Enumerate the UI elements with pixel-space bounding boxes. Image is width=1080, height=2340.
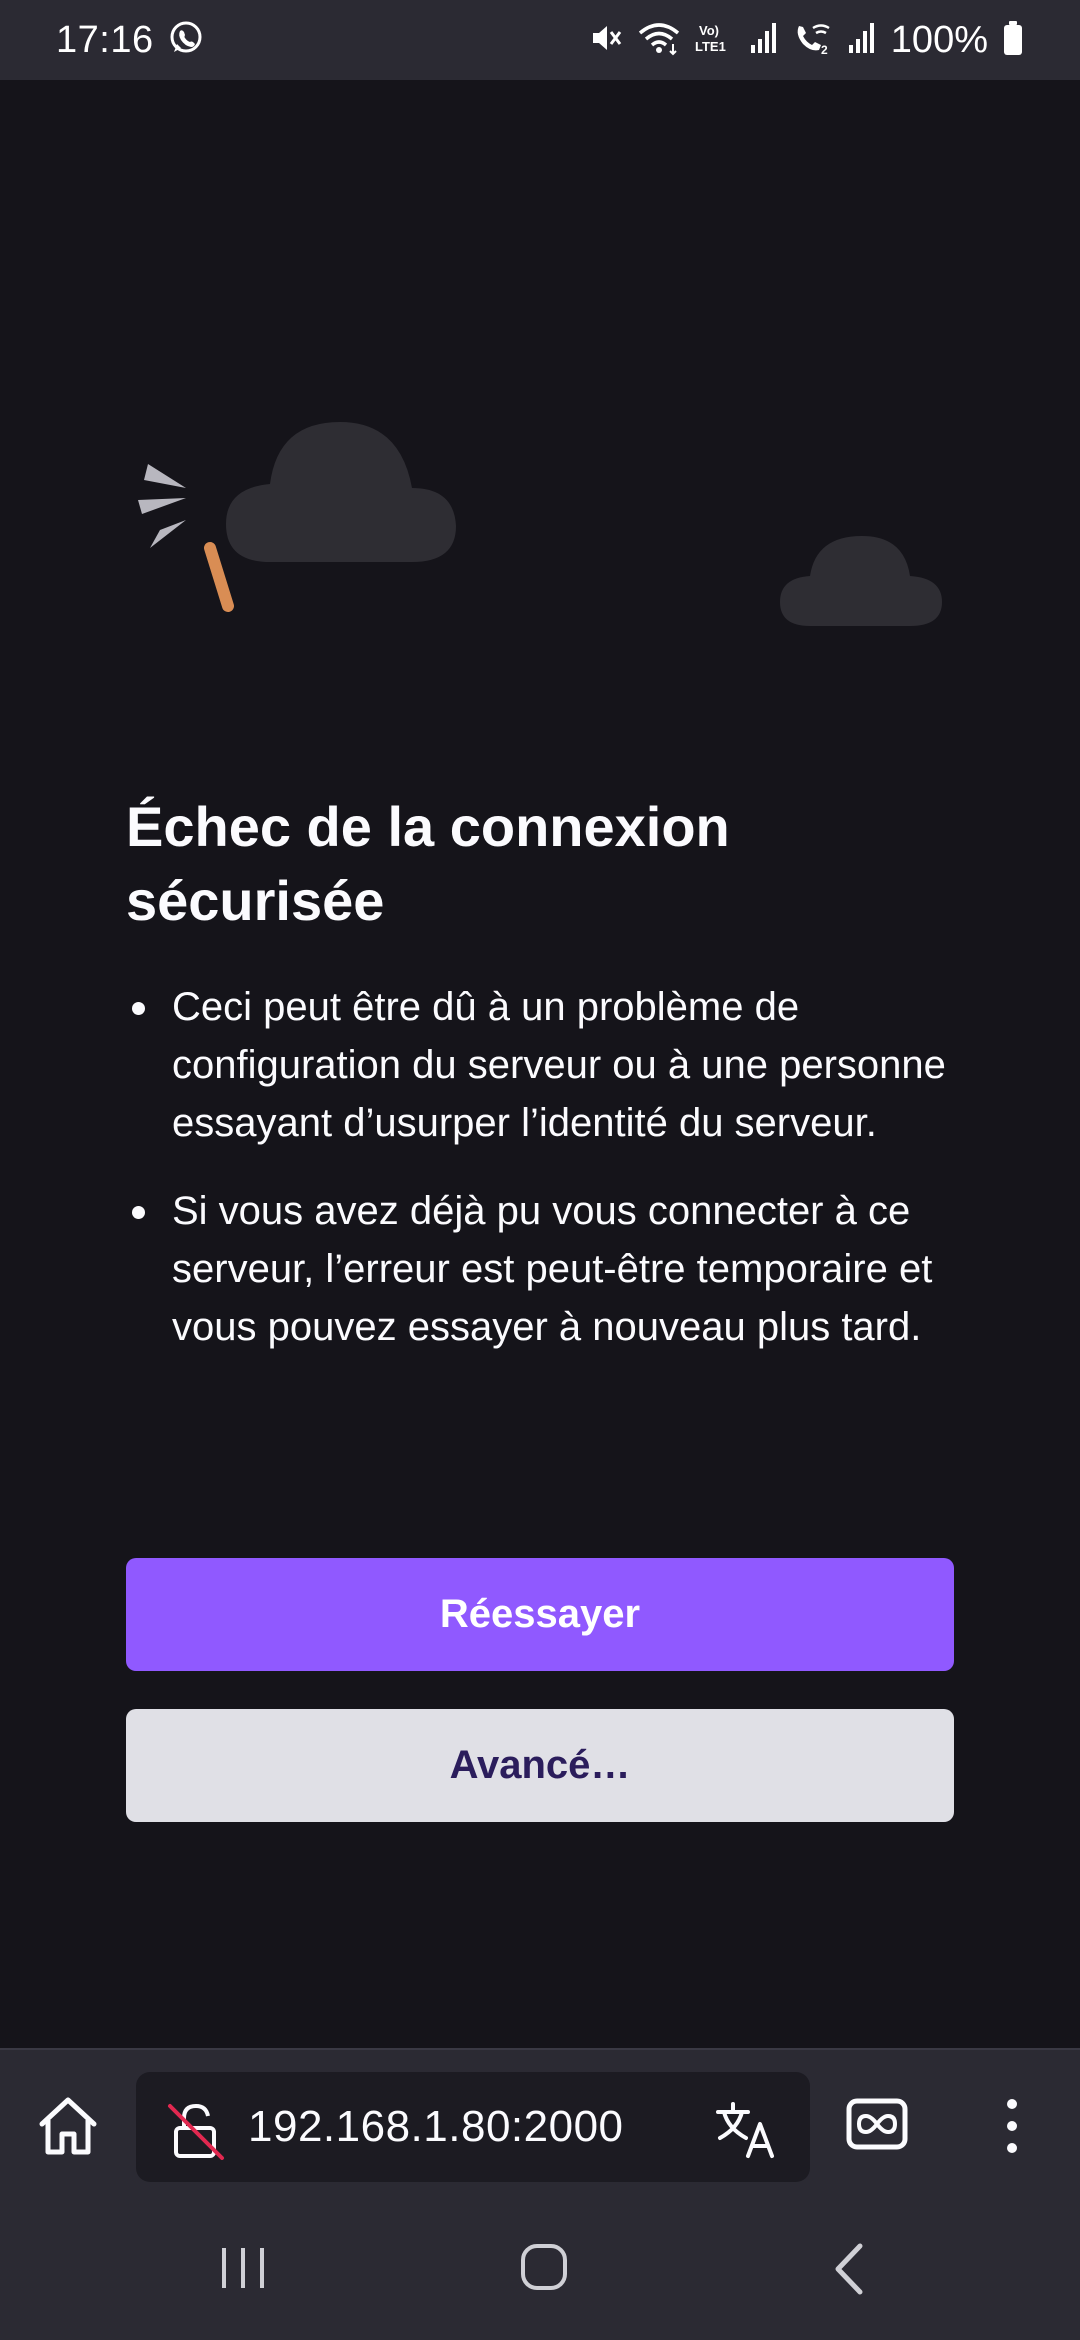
spark-lines-icon xyxy=(138,464,186,548)
battery-percent: 100% xyxy=(890,18,988,61)
list-item: Si vous avez déjà pu vous connecter à ce… xyxy=(126,1182,954,1356)
error-content: Échec de la connexion sécurisée Ceci peu… xyxy=(126,790,954,1386)
whatsapp-icon xyxy=(168,20,204,61)
signal-icon xyxy=(749,21,779,60)
insecure-lock-icon[interactable] xyxy=(166,2100,226,2160)
large-cloud-icon xyxy=(226,422,456,562)
list-item: Ceci peut être dû à un problème de confi… xyxy=(126,978,954,1152)
status-time: 17:16 xyxy=(56,18,154,61)
small-cloud-icon xyxy=(780,536,942,626)
status-bar: 17:16 Vo) LTE1 2 100% xyxy=(0,0,1080,80)
url-text[interactable]: 192.168.1.80:2000 xyxy=(248,2102,624,2152)
broken-connection-illustration xyxy=(0,380,1080,660)
volte-icon: Vo) LTE1 xyxy=(695,20,735,61)
tabs-icon[interactable] xyxy=(846,2098,908,2150)
screen: 17:16 Vo) LTE1 2 100% Échec de la connex… xyxy=(0,0,1080,2340)
signal-icon xyxy=(847,21,877,60)
error-reasons-list: Ceci peut être dû à un problème de confi… xyxy=(126,978,954,1356)
browser-toolbar: 192.168.1.80:2000 xyxy=(0,2048,1080,2198)
svg-text:Vo): Vo) xyxy=(699,23,719,38)
advanced-button[interactable]: Avancé… xyxy=(126,1709,954,1822)
retry-button[interactable]: Réessayer xyxy=(126,1558,954,1671)
svg-text:LTE1: LTE1 xyxy=(695,39,726,54)
back-icon[interactable] xyxy=(830,2242,870,2296)
url-bar[interactable]: 192.168.1.80:2000 xyxy=(136,2072,810,2182)
svg-text:2: 2 xyxy=(821,43,828,56)
system-navigation-bar xyxy=(0,2198,1080,2340)
status-right: Vo) LTE1 2 100% xyxy=(589,19,1024,62)
home-icon[interactable] xyxy=(34,2094,102,2158)
menu-icon[interactable] xyxy=(1000,2094,1024,2158)
home-nav-icon[interactable] xyxy=(520,2242,568,2292)
wifi-calling-icon: 2 xyxy=(793,20,833,61)
recents-icon[interactable] xyxy=(218,2246,268,2290)
mute-icon xyxy=(589,21,623,60)
battery-icon xyxy=(1002,20,1024,61)
page-title: Échec de la connexion sécurisée xyxy=(126,795,730,932)
translate-icon[interactable] xyxy=(714,2100,778,2160)
broken-cable-icon xyxy=(204,542,234,612)
status-left: 17:16 xyxy=(56,19,204,62)
wifi-icon xyxy=(637,20,681,61)
